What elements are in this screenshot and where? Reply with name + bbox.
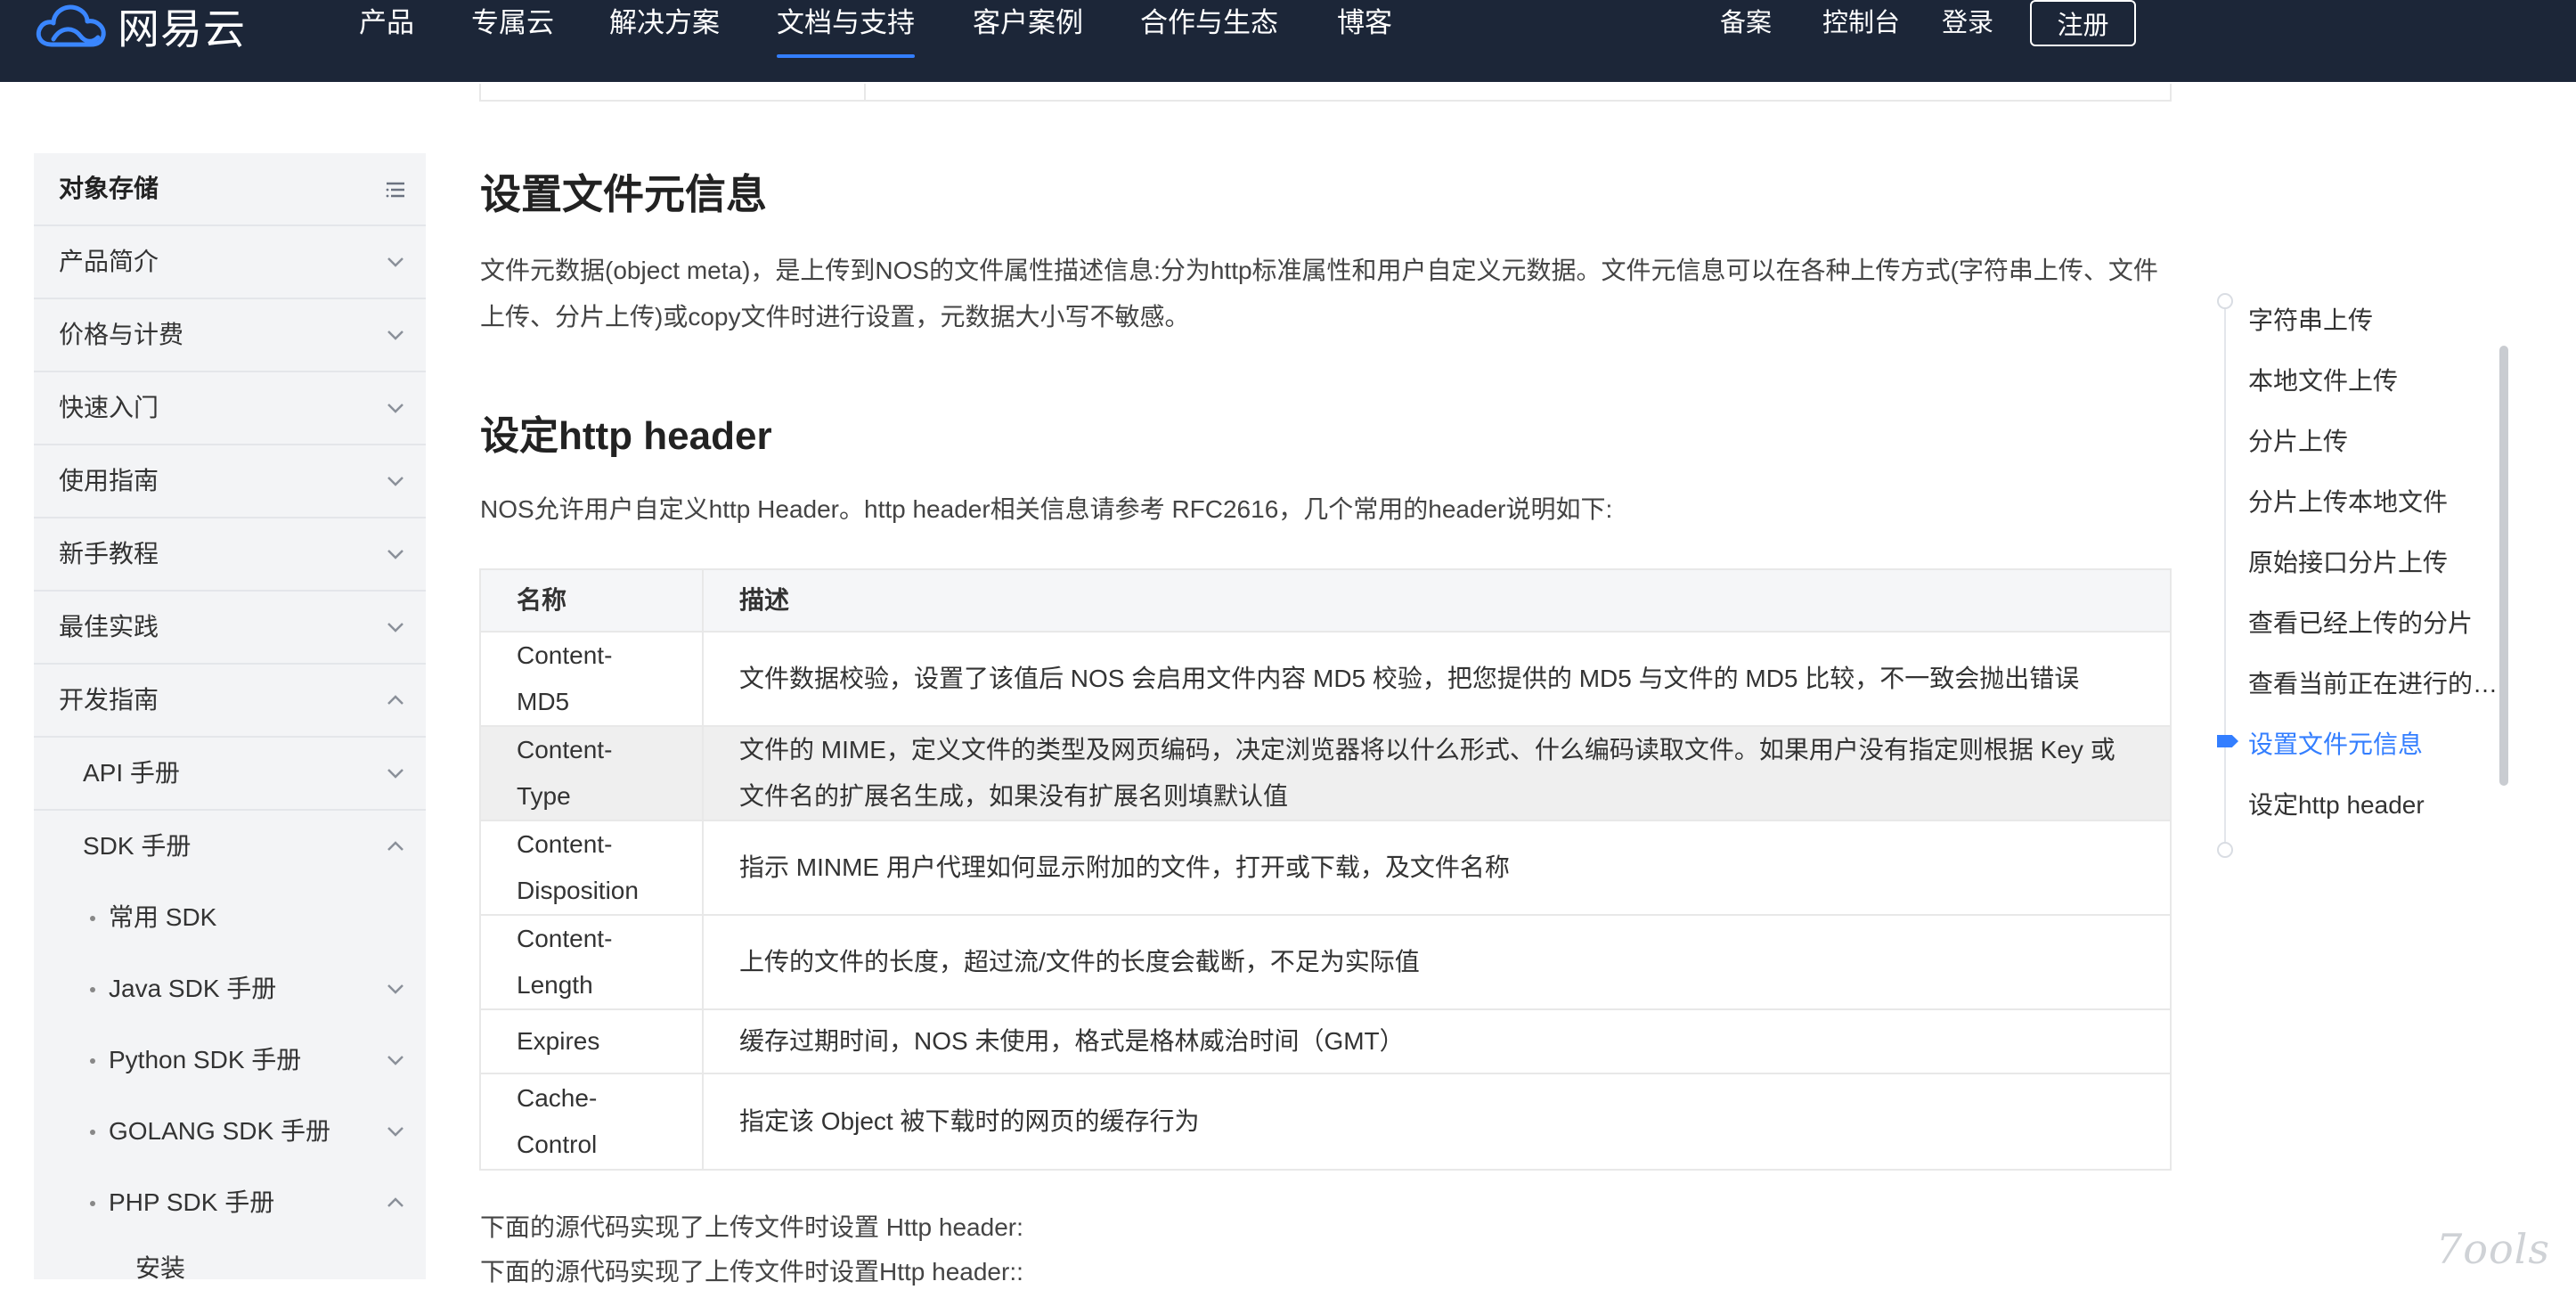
- cell-name: Content- MD5: [481, 633, 704, 725]
- cell-desc: 上传的文件的长度，超过流/文件的长度会截断，不足为实际值: [739, 948, 1420, 975]
- table-row: Content- Disposition 指示 MINME 用户代理如何显示附加的…: [481, 821, 2170, 916]
- toc-item-raw-multipart[interactable]: 原始接口分片上传: [2248, 545, 2499, 581]
- nav-login-link[interactable]: 登录: [1942, 4, 1993, 43]
- cell-name: Content- Type: [481, 727, 704, 820]
- cell-desc: 缓存过期时间，NOS 未使用，格式是格林威治时间（GMT）: [739, 1027, 1405, 1055]
- toc-active-marker-icon: [2217, 735, 2238, 747]
- toc-track: [2224, 303, 2226, 851]
- cell-desc: 指定该 Object 被下载时的网页的缓存行为: [739, 1107, 1200, 1135]
- menu-list-icon[interactable]: [385, 179, 406, 200]
- code-intro-line-2: 下面的源代码实现了上传文件时设置Http header::: [480, 1258, 1023, 1286]
- chevron-down-icon: [387, 1127, 404, 1137]
- table-row: Content- Type 文件的 MIME，定义文件的类型及网页编码，决定浏览器…: [481, 727, 2170, 821]
- cell-name: Cache- Control: [481, 1074, 704, 1169]
- bullet-dot: [90, 1058, 95, 1064]
- chevron-up-icon: [387, 695, 404, 705]
- cloud-logo-icon: [36, 4, 106, 47]
- sidebar-item-dev-guide[interactable]: 开发指南: [34, 665, 426, 738]
- chevron-down-icon: [387, 984, 404, 994]
- sidebar-title: 对象存储: [34, 153, 426, 226]
- cell-desc: 文件的 MIME，定义文件的类型及网页编码，决定浏览器将以什么形式、什么编码读取…: [739, 736, 2115, 810]
- bullet-dot: [90, 987, 95, 992]
- bullet-dot: [90, 1201, 95, 1206]
- section-intro: NOS允许用户自定义http Header。http header相关信息请参考…: [480, 495, 1613, 523]
- intro-text-line-1: 文件元数据(object meta)，是上传到NOS的文件属性描述信息:分为ht…: [480, 257, 2158, 284]
- table-row: Content- MD5 文件数据校验，设置了该值后 NOS 会启用文件内容 MD…: [481, 633, 2170, 727]
- watermark: 7ools: [2436, 1225, 2550, 1273]
- nav-item-ecosystem[interactable]: 合作与生态: [1140, 4, 1278, 43]
- sidebar-item-java-sdk[interactable]: Java SDK 手册: [34, 953, 426, 1026]
- page-title: 设置文件元信息: [480, 171, 767, 217]
- nav-record-link[interactable]: 备案: [1720, 4, 1772, 43]
- section-heading: 设定http header: [480, 414, 772, 458]
- intro-text-line-2: 上传、分片上传)或copy文件时进行设置，元数据大小写不敏感。: [480, 303, 1190, 331]
- sidebar-item-pricing[interactable]: 价格与计费: [34, 299, 426, 372]
- register-button[interactable]: 注册: [2030, 0, 2136, 46]
- sidebar-item-install[interactable]: 安装: [34, 1233, 426, 1306]
- toc-item-list-in-progress[interactable]: 查看当前正在进行的分片上传: [2248, 666, 2499, 702]
- nav-console-link[interactable]: 控制台: [1822, 4, 1900, 43]
- toc-item-local-file-upload[interactable]: 本地文件上传: [2248, 363, 2499, 399]
- chevron-down-icon: [387, 257, 404, 267]
- sidebar-item-tutorial[interactable]: 新手教程: [34, 518, 426, 592]
- table-header-row: 名称 描述: [481, 570, 2170, 633]
- cell-name: Content- Length: [481, 916, 704, 1008]
- chevron-down-icon: [387, 1056, 404, 1065]
- table-row: Content- Length 上传的文件的长度，超过流/文件的长度会截断，不足为…: [481, 916, 2170, 1010]
- toc-item-http-header[interactable]: 设定http header: [2248, 788, 2499, 823]
- sidebar-item-api-manual[interactable]: API 手册: [34, 738, 426, 811]
- sidebar-item-quickstart[interactable]: 快速入门: [34, 372, 426, 445]
- chevron-down-icon: [387, 404, 404, 413]
- table-row: Cache- Control 指定该 Object 被下载时的网页的缓存行为: [481, 1074, 2170, 1169]
- nav-item-cases[interactable]: 客户案例: [973, 4, 1083, 43]
- previous-table-bottom: [479, 84, 2172, 102]
- sidebar-item-intro[interactable]: 产品简介: [34, 226, 426, 299]
- table-row: Expires 缓存过期时间，NOS 未使用，格式是格林威治时间（GMT）: [481, 1010, 2170, 1074]
- toc-item-multipart-upload[interactable]: 分片上传: [2248, 424, 2499, 460]
- column-header-desc: 描述: [739, 586, 790, 614]
- top-navbar: 网易云 产品 专属云 解决方案 文档与支持 客户案例 合作与生态 博客 备案 控…: [0, 0, 2576, 82]
- brand-name: 网易云: [118, 4, 246, 53]
- cell-name: Expires: [481, 1010, 704, 1073]
- http-header-table: 名称 描述 Content- MD5 文件数据校验，设置了该值后 NOS 会启用文…: [479, 568, 2172, 1171]
- toc-item-list-parts[interactable]: 查看已经上传的分片: [2248, 606, 2499, 641]
- nav-item-docs-support[interactable]: 文档与支持: [777, 4, 915, 58]
- sidebar-item-php-sdk[interactable]: PHP SDK 手册: [34, 1167, 426, 1240]
- chevron-down-icon: [387, 623, 404, 633]
- toc-item-multipart-local-file[interactable]: 分片上传本地文件: [2248, 485, 2499, 520]
- toc-scrollbar[interactable]: [2499, 346, 2508, 786]
- toc-bottom-ring-icon: [2217, 842, 2233, 858]
- sidebar-item-python-sdk[interactable]: Python SDK 手册: [34, 1024, 426, 1098]
- column-header-name: 名称: [481, 570, 704, 631]
- toc-item-string-upload[interactable]: 字符串上传: [2248, 303, 2499, 339]
- cell-desc: 文件数据校验，设置了该值后 NOS 会启用文件内容 MD5 校验，把您提供的 M…: [739, 665, 2080, 692]
- chevron-down-icon: [387, 550, 404, 559]
- sidebar-item-common-sdk[interactable]: 常用 SDK: [34, 882, 426, 955]
- chevron-up-icon: [387, 1197, 404, 1207]
- sidebar-item-sdk-manual[interactable]: SDK 手册: [34, 811, 426, 884]
- nav-item-solutions[interactable]: 解决方案: [609, 4, 720, 43]
- sidebar-item-best-practice[interactable]: 最佳实践: [34, 592, 426, 665]
- sidebar-item-golang-sdk[interactable]: GOLANG SDK 手册: [34, 1096, 426, 1169]
- chevron-up-icon: [387, 841, 404, 851]
- sidebar-item-user-guide[interactable]: 使用指南: [34, 445, 426, 518]
- docs-sidebar: 对象存储 产品简介 价格与计费 快速入门 使用指南 新手教程 最佳实践 开发指南…: [34, 153, 426, 1282]
- nav-item-private-cloud[interactable]: 专属云: [471, 4, 554, 43]
- toc-top-ring-icon: [2217, 293, 2233, 309]
- cell-name: Content- Disposition: [481, 821, 704, 914]
- chevron-down-icon: [387, 769, 404, 779]
- toc-item-set-meta[interactable]: 设置文件元信息: [2248, 727, 2499, 763]
- cell-desc: 指示 MINME 用户代理如何显示附加的文件，打开或下载，及文件名称: [739, 853, 1510, 881]
- chevron-down-icon: [387, 477, 404, 486]
- nav-item-blog[interactable]: 博客: [1337, 4, 1392, 43]
- code-intro-line-1: 下面的源代码实现了上传文件时设置 Http header:: [480, 1213, 1023, 1241]
- brand-logo[interactable]: 网易云: [34, 0, 246, 53]
- chevron-down-icon: [387, 331, 404, 340]
- bullet-dot: [90, 916, 95, 921]
- bullet-dot: [90, 1130, 95, 1135]
- nav-item-products[interactable]: 产品: [359, 4, 414, 43]
